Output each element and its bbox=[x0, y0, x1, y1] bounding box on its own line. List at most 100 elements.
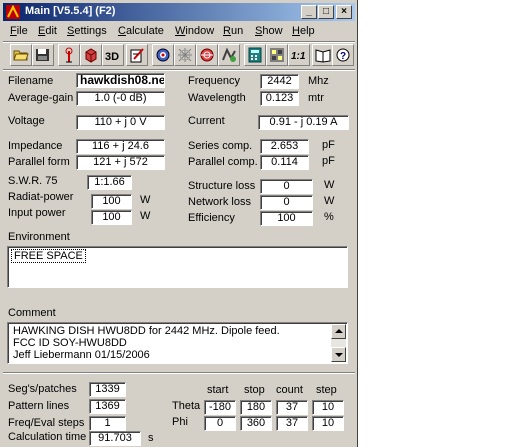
network-loss-unit: W bbox=[324, 195, 335, 207]
average-gain-label: Average-gain bbox=[8, 92, 74, 104]
menu-bar: File Edit Settings Calculate Window Run … bbox=[3, 22, 355, 41]
step-column-header: step bbox=[316, 384, 337, 396]
swr-field: 1:1.66 bbox=[87, 175, 132, 190]
series-comp-unit: pF bbox=[322, 139, 335, 151]
pattern-icon[interactable] bbox=[196, 44, 218, 66]
theta-step-field[interactable]: 10 bbox=[312, 400, 344, 415]
environment-value: FREE SPACE bbox=[11, 249, 86, 263]
frequency-unit: Mhz bbox=[308, 75, 329, 87]
phi-stop-field[interactable]: 360 bbox=[240, 416, 272, 431]
input-power-label: Input power bbox=[8, 207, 66, 219]
wavelength-field: 0.123 bbox=[260, 91, 299, 106]
impedance-label: Impedance bbox=[8, 140, 63, 152]
menu-run[interactable]: Run bbox=[223, 25, 243, 37]
menu-calculate[interactable]: Calculate bbox=[118, 25, 164, 37]
segs-patches-label: Seg's/patches bbox=[8, 383, 77, 395]
phi-label: Phi bbox=[172, 416, 188, 428]
theta-label: Theta bbox=[172, 400, 201, 412]
calculation-time-label: Calculation time bbox=[8, 431, 87, 443]
parallel-form-field: 121 + j 572 bbox=[76, 155, 165, 170]
antenna-icon[interactable] bbox=[58, 44, 80, 66]
title-bar[interactable]: Main [V5.5.4] (F2) _ □ × bbox=[3, 3, 355, 21]
menu-window[interactable]: Window bbox=[175, 25, 214, 37]
network-loss-label: Network loss bbox=[188, 196, 251, 208]
filename-field[interactable]: hawkdish08.nec bbox=[76, 73, 165, 88]
environment-box[interactable]: FREE SPACE bbox=[7, 246, 348, 288]
calculator-icon[interactable] bbox=[244, 44, 266, 66]
scroll-down-button[interactable] bbox=[331, 347, 346, 362]
svg-text:3D: 3D bbox=[105, 51, 119, 63]
pattern-lines-label: Pattern lines bbox=[8, 400, 70, 412]
average-gain-field: 1.0 (-0 dB) bbox=[76, 91, 165, 106]
maximize-button[interactable]: □ bbox=[318, 5, 334, 19]
efficiency-unit: % bbox=[324, 211, 334, 223]
bottom-divider bbox=[3, 372, 355, 374]
phi-count-field[interactable]: 37 bbox=[276, 416, 308, 431]
parallel-form-label: Parallel form bbox=[8, 156, 70, 168]
ratio-icon[interactable]: 1:1 bbox=[288, 44, 310, 66]
menu-help[interactable]: Help bbox=[292, 25, 315, 37]
close-button[interactable]: × bbox=[336, 5, 352, 19]
svg-text:1:1: 1:1 bbox=[291, 51, 306, 62]
phi-step-field[interactable]: 10 bbox=[312, 416, 344, 431]
main-window: Main [V5.5.4] (F2) _ □ × File Edit Setti… bbox=[0, 0, 358, 447]
voltage-field: 110 + j 0 V bbox=[76, 115, 165, 130]
sources-icon[interactable] bbox=[152, 44, 174, 66]
theta-count-field[interactable]: 37 bbox=[276, 400, 308, 415]
count-column-header: count bbox=[276, 384, 303, 396]
network-loss-field: 0 bbox=[260, 195, 313, 210]
save-disk-icon[interactable] bbox=[32, 44, 54, 66]
filename-label: Filename bbox=[8, 75, 54, 87]
radiat-power-unit: W bbox=[140, 194, 151, 206]
freq-eval-steps-field: 1 bbox=[89, 416, 126, 431]
start-column-header: start bbox=[207, 384, 229, 396]
series-comp-field: 2.653 bbox=[260, 139, 309, 154]
comment-line: Jeff Liebermann 01/15/2006 bbox=[13, 349, 150, 361]
theta-start-field[interactable]: -180 bbox=[204, 400, 236, 415]
calculation-time-field: 91.703 bbox=[89, 431, 141, 446]
sweep-icon[interactable] bbox=[218, 44, 240, 66]
menu-divider bbox=[3, 41, 355, 43]
current-label: Current bbox=[188, 115, 225, 127]
wavelength-unit: mtr bbox=[308, 92, 324, 104]
radiat-power-label: Radiat-power bbox=[8, 191, 74, 203]
minimize-button[interactable]: _ bbox=[301, 5, 317, 19]
freq-eval-steps-label: Freq/Eval steps bbox=[8, 417, 85, 429]
edit-notes-icon[interactable] bbox=[126, 44, 148, 66]
comment-line: FCC ID SOY-HWU8DD bbox=[13, 337, 127, 349]
series-comp-label: Series comp. bbox=[188, 140, 253, 152]
menu-edit[interactable]: Edit bbox=[38, 25, 57, 37]
segs-patches-field: 1339 bbox=[89, 382, 126, 397]
parallel-comp-label: Parallel comp. bbox=[188, 156, 258, 168]
input-power-unit: W bbox=[140, 210, 151, 222]
phi-start-field[interactable]: 0 bbox=[204, 416, 236, 431]
pattern-lines-field: 1369 bbox=[89, 399, 126, 414]
help-book-icon[interactable] bbox=[312, 44, 334, 66]
wavelength-label: Wavelength bbox=[188, 92, 246, 104]
menu-settings[interactable]: Settings bbox=[67, 25, 107, 37]
menu-file[interactable]: File bbox=[10, 25, 28, 37]
theta-stop-field[interactable]: 180 bbox=[240, 400, 272, 415]
toolbar-divider bbox=[3, 69, 355, 71]
compare-icon[interactable] bbox=[266, 44, 288, 66]
view-3d-icon[interactable]: 3D bbox=[102, 44, 124, 66]
structure-loss-field: 0 bbox=[260, 179, 313, 194]
svg-text:?: ? bbox=[340, 51, 346, 62]
comment-label: Comment bbox=[8, 307, 56, 319]
comment-scrollbar[interactable] bbox=[331, 324, 346, 362]
help-pointer-icon[interactable]: ? bbox=[332, 44, 354, 66]
efficiency-field: 100 bbox=[260, 211, 313, 226]
voltage-label: Voltage bbox=[8, 115, 45, 127]
geometry-cube-icon[interactable] bbox=[80, 44, 102, 66]
comment-textarea[interactable]: HAWKING DISH HWU8DD for 2442 MHz. Dipole… bbox=[7, 322, 348, 364]
scroll-up-button[interactable] bbox=[331, 324, 346, 339]
calculation-time-unit: s bbox=[148, 432, 154, 444]
radiat-power-field: 100 bbox=[91, 194, 132, 209]
swr-label: S.W.R. 75 bbox=[8, 175, 58, 187]
open-folder-icon[interactable] bbox=[10, 44, 32, 66]
frequency-field[interactable]: 2442 bbox=[260, 74, 299, 89]
parallel-comp-unit: pF bbox=[322, 155, 335, 167]
menu-show[interactable]: Show bbox=[255, 25, 283, 37]
grid-icon[interactable] bbox=[174, 44, 196, 66]
environment-label: Environment bbox=[8, 231, 70, 243]
